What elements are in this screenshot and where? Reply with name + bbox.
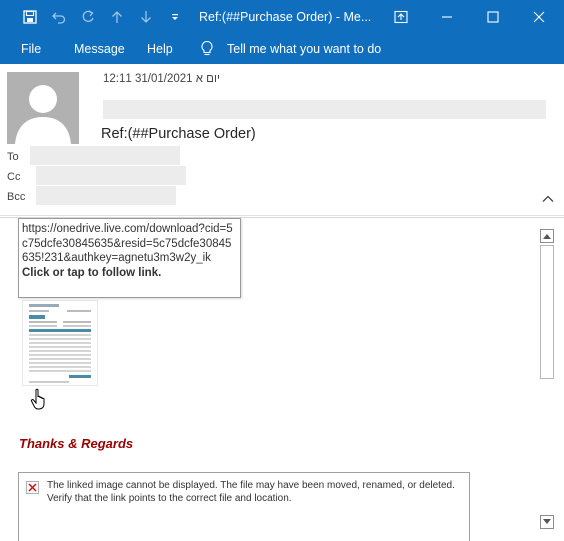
message-header: יום א 31/01/2021 12:11 Ref:(##Purchase O… bbox=[0, 64, 564, 216]
tooltip-url: https://onedrive.live.com/download?cid=5… bbox=[22, 223, 233, 264]
hand-cursor-icon bbox=[30, 388, 48, 410]
lightbulb-icon bbox=[200, 40, 214, 60]
redo-icon[interactable] bbox=[79, 8, 97, 26]
message-subject: Ref:(##Purchase Order) bbox=[101, 126, 256, 142]
customize-toolbar-icon[interactable] bbox=[166, 8, 184, 26]
tell-me-search[interactable]: Tell me what you want to do bbox=[227, 42, 381, 56]
save-icon[interactable] bbox=[21, 8, 39, 26]
minimize-icon[interactable] bbox=[424, 0, 470, 34]
maximize-icon[interactable] bbox=[470, 0, 516, 34]
scroll-up-icon[interactable] bbox=[540, 229, 554, 243]
collapse-header-icon[interactable] bbox=[541, 192, 555, 206]
menu-help[interactable]: Help bbox=[147, 42, 173, 56]
down-arrow-icon[interactable] bbox=[137, 8, 155, 26]
broken-image-icon bbox=[26, 481, 39, 494]
link-tooltip: https://onedrive.live.com/download?cid=5… bbox=[18, 218, 241, 298]
menu-file[interactable]: File bbox=[21, 42, 41, 56]
message-body: https://onedrive.live.com/download?cid=5… bbox=[0, 217, 564, 541]
purchase-order-image-link[interactable] bbox=[22, 300, 98, 386]
bcc-label: Bcc bbox=[7, 191, 26, 203]
scrollbar-thumb[interactable] bbox=[540, 245, 554, 379]
broken-image-message: The linked image cannot be displayed. Th… bbox=[47, 480, 455, 504]
vertical-scrollbar[interactable] bbox=[539, 229, 555, 531]
ribbon-display-options-icon[interactable] bbox=[378, 0, 424, 34]
signature-thanks: Thanks & Regards bbox=[19, 436, 134, 451]
up-arrow-icon[interactable] bbox=[108, 8, 126, 26]
tooltip-action: Click or tap to follow link. bbox=[22, 266, 162, 279]
avatar bbox=[7, 72, 79, 144]
to-recipients-redacted[interactable] bbox=[30, 146, 180, 165]
menu-bar: File Message Help Tell me what you want … bbox=[0, 34, 564, 64]
to-label: To bbox=[7, 151, 19, 163]
window-title: Ref:(##Purchase Order) - Me... bbox=[199, 10, 372, 24]
bcc-recipients-redacted[interactable] bbox=[36, 186, 176, 205]
broken-image-placeholder: The linked image cannot be displayed. Th… bbox=[18, 472, 470, 541]
close-icon[interactable] bbox=[516, 0, 562, 34]
sender-redacted bbox=[103, 100, 546, 119]
cc-recipients-redacted[interactable] bbox=[36, 166, 186, 185]
menu-message[interactable]: Message bbox=[74, 42, 125, 56]
undo-icon[interactable] bbox=[50, 8, 68, 26]
title-bar: Ref:(##Purchase Order) - Me... bbox=[0, 0, 564, 34]
sent-date: יום א 31/01/2021 12:11 bbox=[103, 73, 220, 85]
cc-label: Cc bbox=[7, 171, 21, 183]
scroll-down-icon[interactable] bbox=[540, 515, 554, 529]
